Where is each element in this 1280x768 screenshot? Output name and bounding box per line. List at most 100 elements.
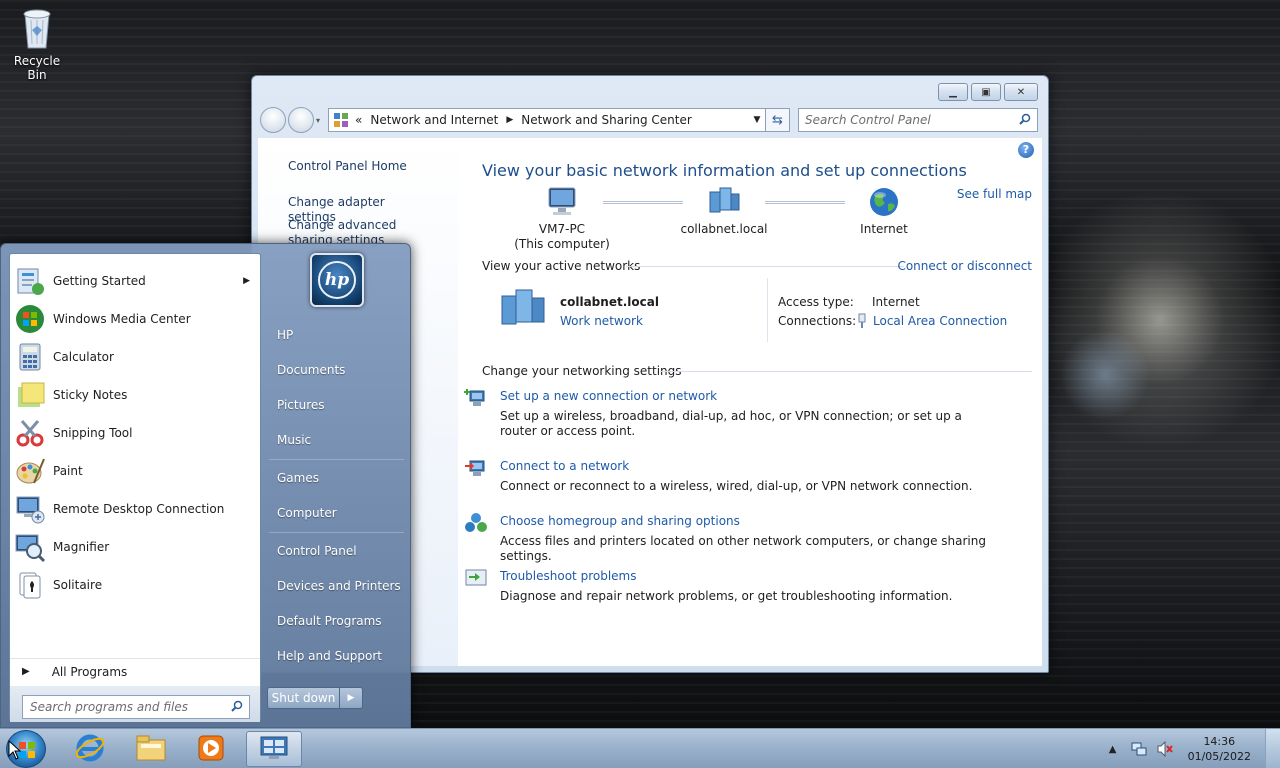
magnifier-icon [14, 531, 46, 563]
troubleshoot-link[interactable]: Troubleshoot problems [500, 569, 1000, 584]
breadcrumb-network-internet[interactable]: Network and Internet [370, 113, 498, 127]
map-node-computer[interactable]: VM7-PC (This computer) [514, 186, 610, 252]
start-link-control-panel[interactable]: Control Panel [277, 544, 357, 558]
start-link-documents[interactable]: Documents [277, 363, 345, 377]
computer-icon [545, 186, 579, 218]
networking-settings-divider [660, 371, 1032, 372]
search-icon[interactable] [1019, 113, 1031, 128]
maximize-button[interactable]: ▣ [971, 83, 1001, 101]
clock-date: 01/05/2022 [1187, 750, 1251, 763]
taskbar-control-panel[interactable] [246, 731, 302, 767]
work-network-link[interactable]: Work network [560, 314, 643, 328]
control-panel-icon [259, 735, 289, 764]
network-name: collabnet.local [680, 222, 768, 236]
program-paint[interactable]: Paint [14, 453, 258, 489]
start-link-music[interactable]: Music [277, 433, 311, 447]
clock-time: 14:36 [1203, 735, 1236, 748]
calculator-icon [14, 341, 46, 373]
address-overflow[interactable]: « [355, 113, 362, 127]
start-search-input[interactable]: Search programs and files [22, 695, 250, 719]
map-node-internet[interactable]: Internet [836, 186, 932, 237]
forward-button[interactable] [288, 107, 314, 133]
connections-label: Connections: [778, 314, 857, 328]
local-area-connection-link[interactable]: Local Area Connection [873, 314, 1007, 328]
start-link-help-support[interactable]: Help and Support [277, 649, 382, 663]
wallpaper-glow-small [1060, 330, 1150, 420]
start-link-default-programs[interactable]: Default Programs [277, 614, 382, 628]
program-remote-desktop[interactable]: Remote Desktop Connection [14, 491, 258, 527]
taskbar-media-player[interactable] [183, 731, 239, 767]
program-label: Paint [53, 464, 83, 478]
start-link-devices-printers[interactable]: Devices and Printers [277, 579, 401, 593]
program-snipping-tool[interactable]: Snipping Tool [14, 415, 258, 451]
remote-desktop-icon [14, 493, 46, 525]
program-calculator[interactable]: Calculator [14, 339, 258, 375]
setup-connection-link[interactable]: Set up a new connection or network [500, 389, 1000, 404]
back-button[interactable] [260, 107, 286, 133]
control-panel-home-link[interactable]: Control Panel Home [258, 159, 437, 174]
troubleshoot-icon [464, 567, 488, 589]
shutdown-options-button[interactable]: ▶ [340, 688, 362, 708]
setup-connection-desc: Set up a wireless, broadband, dial-up, a… [500, 409, 962, 438]
show-desktop-button[interactable] [1265, 729, 1280, 768]
system-clock[interactable]: 14:36 01/05/2022 [1188, 734, 1251, 764]
windows-explorer-icon [135, 734, 167, 765]
all-programs-button[interactable]: ▶ All Programs [10, 658, 260, 684]
start-link-hp[interactable]: HP [277, 328, 293, 342]
close-button[interactable]: ✕ [1004, 83, 1038, 101]
new-connection-icon [464, 387, 488, 409]
see-full-map-link[interactable]: See full map [957, 187, 1032, 201]
task-homegroup: Choose homegroup and sharing options Acc… [465, 513, 1000, 564]
computer-subtitle: (This computer) [514, 237, 610, 251]
show-hidden-icons-button[interactable]: ▲ [1104, 740, 1122, 758]
program-label: Magnifier [53, 540, 110, 554]
ethernet-icon [857, 313, 867, 329]
mouse-cursor-icon [8, 739, 22, 760]
internet-globe-icon [867, 186, 901, 218]
start-menu: Getting Started ▶ Windows Media Center C… [0, 243, 411, 728]
start-right-separator [269, 532, 404, 533]
start-right-separator [269, 459, 404, 460]
map-link-computer-network [603, 201, 683, 204]
start-link-games[interactable]: Games [277, 471, 319, 485]
connect-network-link[interactable]: Connect to a network [500, 459, 1000, 474]
breadcrumb-sharing-center[interactable]: Network and Sharing Center [521, 113, 692, 127]
map-node-network[interactable]: collabnet.local [676, 186, 772, 237]
taskbar-windows-explorer[interactable] [123, 731, 179, 767]
help-icon[interactable]: ? [1018, 142, 1034, 158]
program-solitaire[interactable]: Solitaire [14, 567, 258, 603]
taskbar-internet-explorer[interactable] [62, 731, 118, 767]
program-magnifier[interactable]: Magnifier [14, 529, 258, 565]
program-sticky-notes[interactable]: Sticky Notes [14, 377, 258, 413]
program-getting-started[interactable]: Getting Started ▶ [14, 263, 258, 299]
network-tray-icon[interactable] [1130, 740, 1148, 758]
search-control-panel-input[interactable]: Search Control Panel [798, 108, 1038, 132]
computer-name: VM7-PC [538, 222, 586, 236]
program-label: Snipping Tool [53, 426, 133, 440]
refresh-button[interactable]: ⇆ [766, 108, 790, 132]
minimize-icon: ▁ [949, 86, 957, 98]
address-dropdown-icon[interactable]: ▼ [749, 115, 765, 125]
connect-disconnect-link[interactable]: Connect or disconnect [897, 259, 1032, 273]
start-link-pictures[interactable]: Pictures [277, 398, 325, 412]
minimize-button[interactable]: ▁ [938, 83, 968, 101]
start-link-computer[interactable]: Computer [277, 506, 337, 520]
taskbar: ▲ 14:36 01/05/2022 [0, 728, 1280, 768]
page-title: View your basic network information and … [482, 161, 967, 180]
sticky-notes-icon [14, 379, 46, 411]
search-icon[interactable] [231, 700, 243, 715]
shutdown-button[interactable]: Shut down [268, 688, 340, 708]
recent-pages-dropdown[interactable]: ▾ [316, 116, 326, 125]
program-label: Remote Desktop Connection [53, 502, 225, 516]
program-media-center[interactable]: Windows Media Center [14, 301, 258, 337]
breadcrumb-separator-icon[interactable]: ▶ [506, 115, 513, 125]
recycle-bin-shortcut[interactable]: Recycle Bin [4, 6, 70, 82]
program-label: Solitaire [53, 578, 103, 592]
homegroup-sharing-link[interactable]: Choose homegroup and sharing options [500, 514, 1000, 529]
volume-muted-icon[interactable] [1156, 740, 1174, 758]
task-troubleshoot: Troubleshoot problems Diagnose and repai… [465, 569, 1000, 604]
address-bar[interactable]: « Network and Internet ▶ Network and Sha… [328, 108, 766, 132]
recycle-bin-icon [19, 6, 55, 50]
getting-started-icon [14, 265, 46, 297]
user-picture[interactable]: hp [310, 253, 364, 307]
